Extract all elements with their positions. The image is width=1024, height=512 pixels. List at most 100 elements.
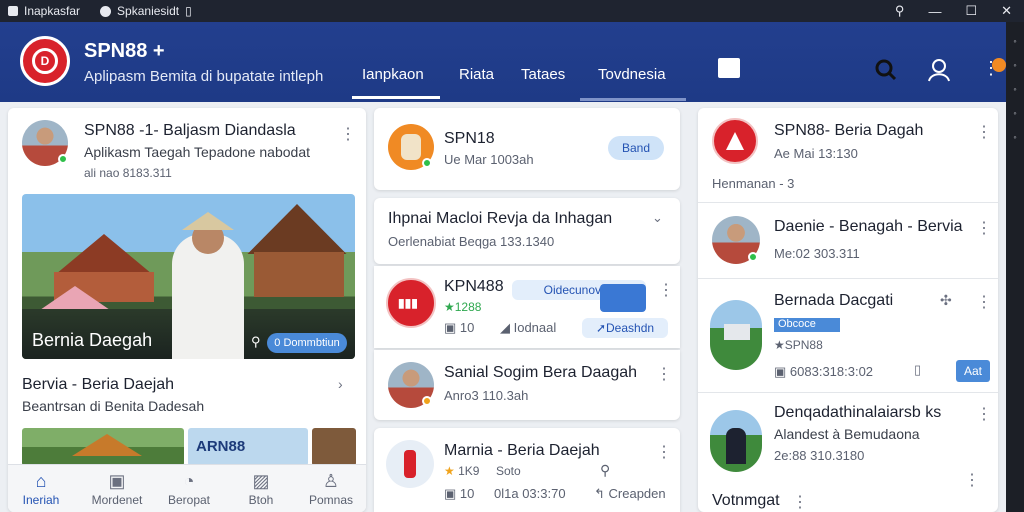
promo-card[interactable]: ▮▮▮ KPN488 ★1288 Oidecunovao ⋮ ▣ 10 ◢ Io…	[374, 266, 680, 348]
footer-more-icon[interactable]: ⋮	[792, 492, 808, 512]
item4-title[interactable]: Denqadathinalaiarsb ks	[774, 404, 941, 422]
shuffle-icon[interactable]: ✣	[940, 292, 952, 309]
chevron-right-icon[interactable]: ›	[338, 376, 343, 392]
reply-icon: ↰	[594, 486, 609, 501]
app-status-icon	[100, 5, 112, 17]
section-title[interactable]: Bervia - Beria Daejah	[22, 376, 174, 394]
thumbnail-3[interactable]	[312, 428, 356, 466]
item1-avatar[interactable]	[712, 118, 758, 164]
maximize-button[interactable]: ☐	[965, 3, 977, 19]
promo-more-icon[interactable]: ⋮	[658, 280, 674, 300]
bottom-nav-gallery[interactable]: ▨ Btoh	[226, 471, 296, 507]
edge-icon-2[interactable]: ◦	[1006, 60, 1024, 70]
window-menu-icon[interactable]: ▯	[185, 4, 192, 18]
item1-more-icon[interactable]: ⋮	[976, 122, 992, 142]
article-avatar-figure	[404, 450, 416, 478]
channel-action-button[interactable]: Band	[608, 136, 664, 160]
divider	[698, 202, 998, 203]
location-pin-icon: ⚲	[251, 334, 261, 349]
article-avatar	[386, 440, 434, 488]
story-meta: Anro3 110.3ah	[444, 388, 529, 403]
close-button[interactable]: ✕	[1001, 3, 1012, 19]
brand-name: SPN88 +	[84, 40, 165, 62]
story-more-icon[interactable]: ⋮	[656, 364, 672, 384]
pin-icon[interactable]: ⚲	[600, 462, 610, 479]
headline-card[interactable]: Ihpnai Macloi Revja da Inhagan Oerlenabi…	[374, 198, 680, 264]
app-icon	[8, 6, 18, 16]
thumbnail-2[interactable]: ARN88	[188, 428, 308, 466]
star-icon: ★	[444, 464, 459, 478]
section-subtitle: Beantrsan di Benita Dadesah	[22, 398, 205, 414]
window-search-icon[interactable]: ⚲	[895, 3, 905, 19]
item2-title[interactable]: Daenie - Benagah - Bervia	[774, 218, 963, 236]
minimize-button[interactable]: —	[928, 4, 941, 19]
bottom-nav-home[interactable]: ⌂ Ineriah	[8, 471, 76, 507]
hero-image[interactable]: Bernia Daegah ⚲ 0 Dommbtiun	[22, 194, 355, 359]
article-card[interactable]: Marnia - Beria Daejah ⋮ ★ 1K9 Soto ⚲ ▣ 1…	[374, 428, 680, 512]
bottom-navigation: ⌂ Ineriah ▣ Mordenet ◔ Beropat ▨ Btoh ♙ …	[8, 464, 366, 512]
nav-tab-indonesia[interactable]: Tovdnesia	[598, 66, 666, 83]
item2-more-icon[interactable]: ⋮	[976, 218, 992, 238]
search-icon[interactable]	[874, 58, 898, 88]
home-icon: ⌂	[35, 471, 47, 491]
post-more-icon[interactable]: ⋮	[340, 124, 356, 144]
bottom-nav-chat[interactable]: ◔ Beropat	[154, 471, 224, 507]
channel-card[interactable]: SPN18 Ue Mar 1003ah Band	[374, 108, 680, 190]
article-action-label: Creapden	[608, 486, 666, 501]
bottom-nav-label: Pomnas	[308, 493, 354, 507]
nav-tab-news[interactable]: Riata	[459, 66, 494, 83]
hero-badge[interactable]: 0 Dommbtiun	[267, 333, 347, 353]
footer-label: Votnmgat	[712, 492, 780, 509]
channel-mascot-icon	[401, 134, 421, 160]
doc-icon: ▣	[444, 486, 460, 501]
bottom-nav-profile[interactable]: ♙ Pomnas	[296, 471, 366, 507]
edge-icon-1[interactable]: ◦	[1006, 36, 1024, 46]
user-icon[interactable]	[928, 58, 950, 88]
divider	[698, 392, 998, 393]
nav-tab-tags[interactable]: Tataes	[521, 66, 565, 83]
article-extra: Soto	[496, 464, 521, 478]
promo-action-2[interactable]: ➚ Deashdn	[582, 318, 668, 338]
notes-icon[interactable]	[718, 58, 740, 78]
bottom-nav-members[interactable]: ▣ Mordenet	[82, 471, 152, 507]
story-card[interactable]: Sanial Sogim Bera Daagah Anro3 110.3ah ⋮	[374, 350, 680, 420]
hero-caption: Bernia Daegah	[32, 330, 153, 350]
online-status-icon	[748, 252, 758, 262]
promo-action-1[interactable]: ◢ Iodnaal	[500, 320, 556, 336]
edge-icon-3[interactable]: ◦	[1006, 84, 1024, 94]
promo-count-value: 10	[459, 320, 475, 335]
thumbnail-roof	[72, 434, 142, 456]
item4-avatar[interactable]	[710, 410, 762, 472]
brand-logo[interactable]: D	[20, 36, 70, 86]
item3-avatar[interactable]	[710, 300, 762, 370]
person-icon: ▣	[108, 471, 126, 491]
channel-name: SPN18	[444, 130, 495, 147]
calendar-icon: ▣	[774, 364, 790, 379]
item3-title[interactable]: Bernada Dacgati	[774, 292, 893, 310]
article-action[interactable]: ↰ Creapden	[594, 486, 666, 502]
item4-more-icon[interactable]: ⋮	[976, 404, 992, 424]
article-more-icon[interactable]: ⋮	[656, 442, 672, 462]
side-edge-strip: ◦ ◦ ◦ ◦ ◦	[1006, 22, 1024, 512]
article-count-value: 10	[459, 486, 475, 501]
item3-more-icon[interactable]: ⋮	[976, 292, 992, 312]
thumbnail-1[interactable]	[22, 428, 184, 466]
post-meta: ali nao 8183.311	[84, 166, 172, 180]
logo-mark-icon: D	[32, 48, 58, 74]
edge-icon-5[interactable]: ◦	[1006, 132, 1024, 142]
item4-person	[726, 428, 746, 464]
chevron-down-icon[interactable]: ⌄	[652, 210, 663, 226]
item3-action-button[interactable]: Aat	[956, 360, 990, 382]
item3-tag[interactable]: Obcoce	[774, 318, 840, 332]
book-icon[interactable]: ▯	[914, 362, 921, 378]
item4-extra-more-icon[interactable]: ⋮	[964, 470, 980, 490]
doc-icon: ▣	[444, 320, 460, 335]
item1-title[interactable]: SPN88- Beria Dagah	[774, 122, 923, 140]
post-title[interactable]: SPN88 -1- Baljasm Diandasla	[84, 122, 296, 140]
promo-tag-highlight	[600, 284, 646, 312]
edge-icon-4[interactable]: ◦	[1006, 108, 1024, 118]
hero-house-roof	[56, 234, 152, 274]
promo-action-1-label: Iodnaal	[513, 320, 557, 335]
nav-tab-home[interactable]: Ianpkaon	[362, 66, 424, 83]
headline-meta: Oerlenabiat Beqga 133.1340	[388, 234, 555, 249]
